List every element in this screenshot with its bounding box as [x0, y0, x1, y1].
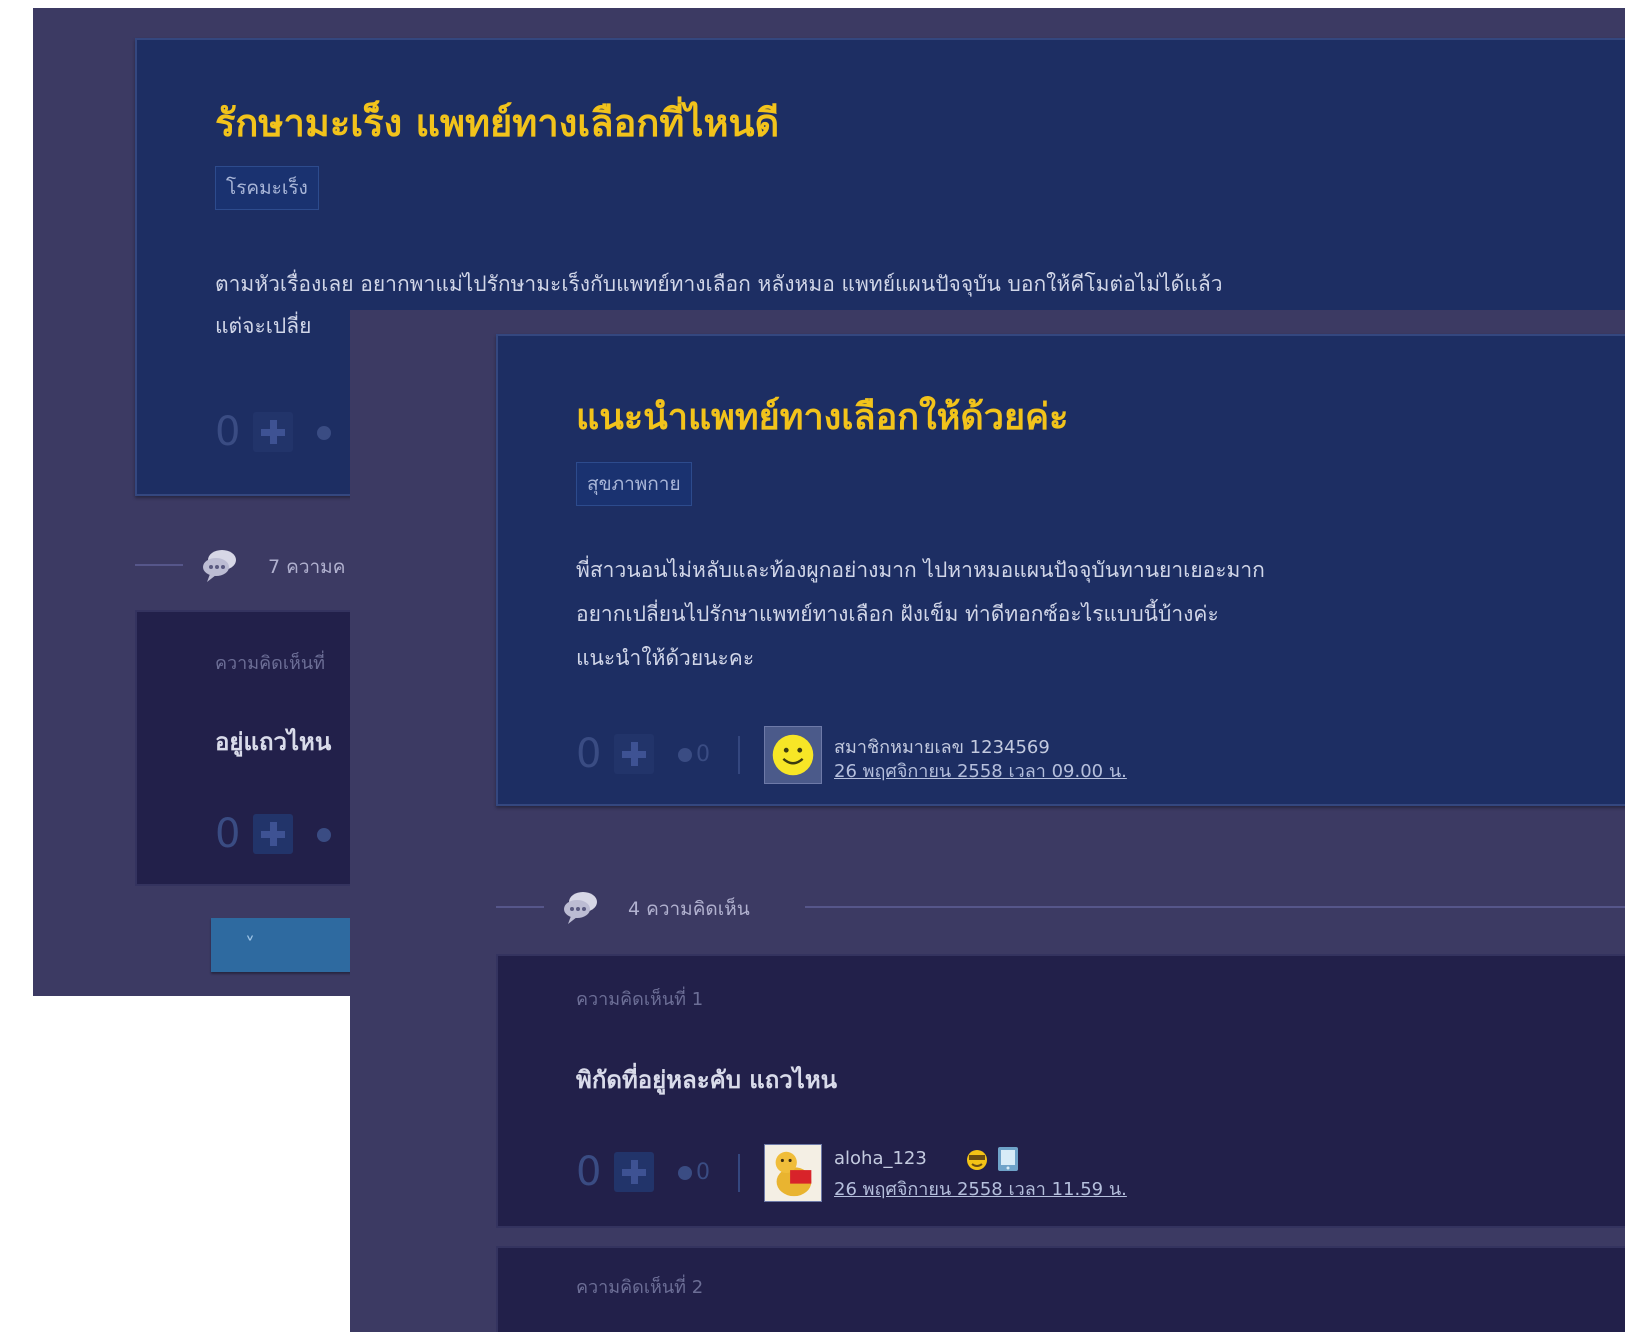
comment-label: ความคิดเห็นที่ 1: [576, 989, 704, 1010]
emotion-count-value: 0: [696, 1160, 710, 1185]
emotion-count[interactable]: 0: [678, 742, 710, 767]
author-name[interactable]: aloha_123: [834, 1148, 927, 1169]
vote-count: 0: [215, 409, 241, 455]
comments-divider: [496, 906, 544, 908]
topic-tag[interactable]: สุขภาพกาย: [576, 462, 692, 506]
emotion-icon[interactable]: [317, 822, 335, 847]
vote-separator: [738, 736, 740, 774]
post-time-link[interactable]: 26 พฤศจิกายน 2558 เวลา 09.00 น.: [834, 756, 1127, 785]
topic-body-line2: อยากเปลี่ยนไปรักษาแพทย์ทางเลือก ฝังเข็ม …: [576, 602, 1219, 626]
topic-body-line2: แต่จะเปลี่ย: [215, 314, 312, 338]
comments-count: 4 ความคิดเห็น: [628, 898, 750, 920]
emotion-count-value: 0: [696, 742, 710, 767]
emotion-count[interactable]: 0: [678, 1160, 710, 1185]
mobile-device-icon: [998, 1147, 1018, 1171]
comment-label: ความคิดเห็นที่ 2: [576, 1277, 704, 1298]
plus-vote-icon[interactable]: [614, 1152, 654, 1192]
topic-body-line1: พี่สาวนอนไม่หลับและท้องผูกอย่างมาก ไปหาห…: [576, 558, 1265, 582]
comments-divider: [135, 564, 183, 566]
plus-vote-icon[interactable]: [253, 412, 293, 452]
member-badge-icon: [967, 1150, 987, 1170]
topic-body-line3: แนะนำให้ด้วยนะคะ: [576, 646, 755, 670]
comment-text: พิกัดที่อยู่หละคับ แถวไหน: [576, 1066, 838, 1094]
comment-card-1: ความคิดเห็นที่ 1 พิกัดที่อยู่หละคับ แถวไ…: [496, 954, 1625, 1228]
chat-bubbles-icon: [564, 892, 597, 924]
topic-tag[interactable]: โรคมะเร็ง: [215, 166, 319, 210]
topic-title: รักษามะเร็ง แพทย์ทางเลือกที่ไหนดี: [215, 101, 780, 145]
comment-text: อยู่แถวไหน: [215, 728, 332, 756]
topic-card: แนะนำแพทย์ทางเลือกให้ด้วยค่ะ สุขภาพกาย พ…: [496, 334, 1625, 806]
comment-label: ความคิดเห็นที่: [215, 653, 326, 674]
chat-bubbles-icon: [203, 550, 236, 582]
vote-separator: [738, 1154, 740, 1192]
emotion-icon[interactable]: [317, 420, 335, 445]
comment-time-link[interactable]: 26 พฤศจิกายน 2558 เวลา 11.59 น.: [834, 1174, 1127, 1203]
comment-card-2: ความคิดเห็นที่ 2: [496, 1246, 1625, 1332]
comments-divider-right: [805, 906, 1625, 908]
vote-count: 0: [576, 1149, 602, 1195]
comments-count: 7 ความค: [268, 556, 346, 578]
front-screenshot: แนะนำแพทย์ทางเลือกให้ด้วยค่ะ สุขภาพกาย พ…: [350, 310, 1625, 1332]
topic-body-line1: ตามหัวเรื่องเลย อยากพาแม่ไปรักษามะเร็งกั…: [215, 272, 1223, 296]
smiley-avatar[interactable]: [764, 726, 822, 784]
vote-count: 0: [576, 731, 602, 777]
topic-title: แนะนำแพทย์ทางเลือกให้ด้วยค่ะ: [576, 397, 1069, 438]
plus-vote-icon[interactable]: [253, 814, 293, 854]
plus-vote-icon[interactable]: [614, 734, 654, 774]
vote-count: 0: [215, 811, 241, 857]
pooh-avatar[interactable]: [764, 1144, 822, 1202]
